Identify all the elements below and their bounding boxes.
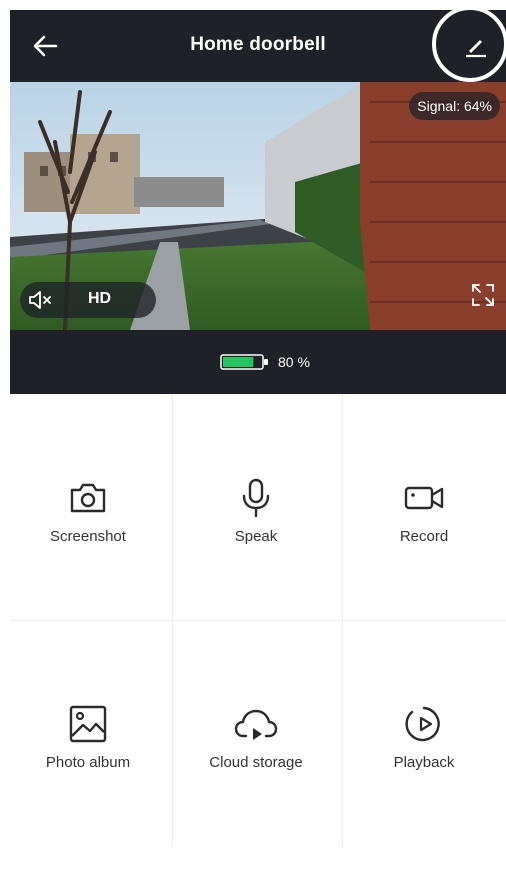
record-button[interactable]: Record [340,394,506,620]
battery-status: 80 % [220,352,310,372]
signal-indicator: Signal: 64% [409,92,500,120]
action-grid: Screenshot Speak Record Photo album Clou… [0,394,506,846]
quality-toggle[interactable]: HD [88,290,111,308]
video-controls: HD [20,282,156,318]
edit-pencil-icon[interactable] [462,32,490,60]
image-icon [69,705,107,743]
cloud-storage-label: Cloud storage [209,754,303,771]
camera-icon [70,483,106,513]
live-video-feed[interactable]: Signal: 64% HD [10,82,506,330]
doorbell-screen: Home doorbell Signal: 64% HD 80 % Screen… [0,0,506,876]
cloud-storage-button[interactable]: Cloud storage [172,620,340,846]
photo-album-label: Photo album [45,754,131,771]
speak-label: Speak [234,528,278,545]
playback-label: Playback [393,754,455,771]
fullscreen-icon[interactable] [470,282,496,308]
playback-button[interactable]: Playback [340,620,506,846]
play-history-icon [405,706,440,742]
photo-album-button[interactable]: Photo album [4,620,172,846]
screenshot-label: Screenshot [50,528,126,545]
cloud-play-icon [234,709,278,740]
top-bar: Home doorbell [10,6,506,82]
battery-percent: 80 % [278,354,310,370]
screenshot-button[interactable]: Screenshot [4,394,172,620]
battery-bar: 80 % [10,330,506,394]
video-camera-icon [404,486,444,510]
record-label: Record [399,528,449,545]
speak-button[interactable]: Speak [172,394,340,620]
microphone-icon [242,478,270,518]
battery-icon [220,354,268,370]
speaker-muted-icon[interactable] [28,289,54,311]
